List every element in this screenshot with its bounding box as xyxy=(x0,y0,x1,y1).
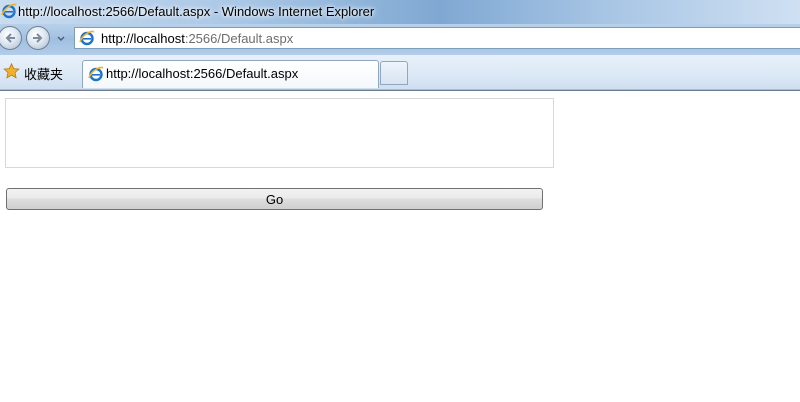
go-button[interactable]: Go xyxy=(6,188,543,210)
title-bar: http://localhost:2566/Default.aspx - Win… xyxy=(0,0,800,24)
favorites-button[interactable]: 收藏夹 xyxy=(2,61,74,82)
tab-label: http://localhost:2566/Default.aspx xyxy=(106,66,299,81)
back-arrow-icon xyxy=(5,33,15,43)
forward-arrow-icon xyxy=(33,33,43,43)
browser-chrome: http://localhost:2566/Default.aspx - Win… xyxy=(0,0,800,91)
window-title: http://localhost:2566/Default.aspx - Win… xyxy=(18,4,375,19)
new-tab-button[interactable] xyxy=(380,61,408,85)
favorites-bar: 收藏夹 http://localhost:2566/Default.aspx xyxy=(0,55,800,90)
address-url[interactable]: http://localhost:2566/Default.aspx xyxy=(101,31,293,46)
back-button[interactable] xyxy=(0,26,22,50)
forward-button[interactable] xyxy=(26,26,50,50)
tab-default-aspx[interactable]: http://localhost:2566/Default.aspx xyxy=(82,60,379,88)
ie-icon xyxy=(88,66,104,82)
address-bar[interactable]: http://localhost:2566/Default.aspx xyxy=(74,27,800,49)
ie-icon xyxy=(79,30,95,46)
favorites-label: 收藏夹 xyxy=(24,67,64,82)
content-divider xyxy=(0,90,800,91)
chevron-down-icon xyxy=(57,36,65,41)
address-url-host: http://localhost xyxy=(101,31,185,46)
recent-pages-dropdown[interactable] xyxy=(56,32,66,44)
address-url-path: :2566/Default.aspx xyxy=(184,31,294,46)
text-input-area[interactable] xyxy=(5,98,554,168)
ie-icon xyxy=(1,3,17,19)
navigation-bar: http://localhost:2566/Default.aspx xyxy=(0,24,800,55)
star-icon xyxy=(3,62,20,79)
